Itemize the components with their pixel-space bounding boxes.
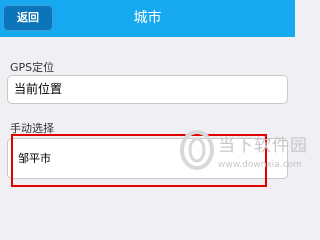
gps-section-label: GPS定位 — [10, 61, 55, 74]
manual-city-field[interactable]: 邹平市 — [7, 138, 288, 179]
app-header: 返回 城市 — [0, 0, 295, 37]
page-title: 城市 — [133, 10, 162, 26]
gps-location-field[interactable]: 当前位置 — [7, 75, 288, 104]
manual-section-label: 手动选择 — [10, 122, 54, 135]
